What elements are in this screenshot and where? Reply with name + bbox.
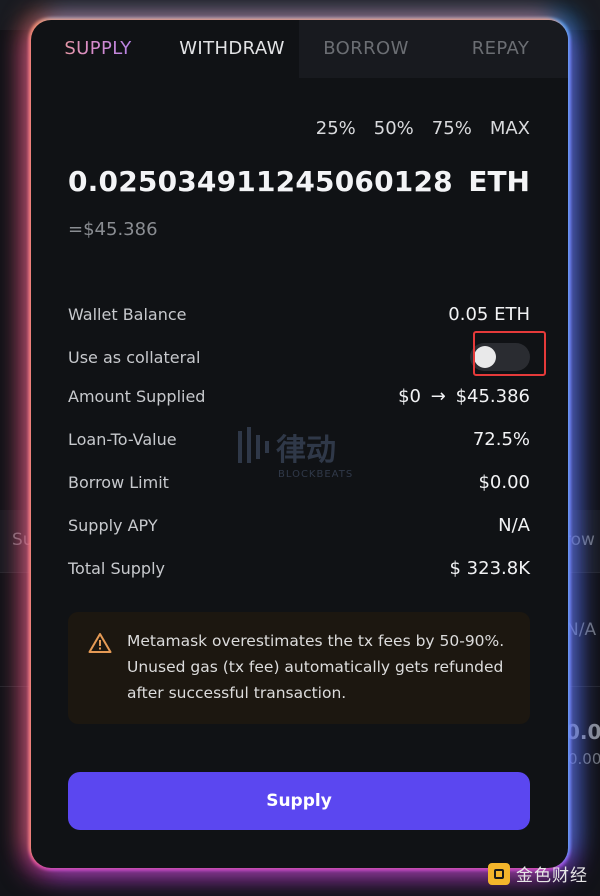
warning-triangle-icon [88,633,112,653]
tab-repay[interactable]: REPAY [433,20,568,78]
notice-text: Metamask overestimates the tx fees by 50… [127,632,505,702]
watermark-cn: 律动 [276,433,336,468]
percent-selector: 25% 50% 75% MAX [298,118,530,139]
ltv-label: Loan-To-Value [68,429,177,449]
percent-25-button[interactable]: 25% [316,118,356,139]
bg-fragment: N/A [566,620,597,640]
supply-button[interactable]: Supply [68,772,530,830]
percent-max-button[interactable]: MAX [490,118,530,139]
annotation-highlight-box [473,331,546,376]
collateral-label: Use as collateral [68,347,201,367]
amount-supplied-row: Amount Supplied $0 → $45.386 [68,383,530,409]
supply-apy-row: Supply APY N/A [68,512,530,538]
ltv-value: 72.5% [472,428,530,450]
wallet-balance-row: Wallet Balance 0.05 ETH [68,301,530,327]
usd-equivalent: =$45.386 [68,219,158,240]
arrow-right-icon: → [430,385,446,407]
blockbeats-logo-icon [238,427,269,463]
bg-fragment: 0.00 [566,720,600,744]
amount-supplied-value: $0 → $45.386 [398,386,530,407]
total-supply-row: Total Supply $ 323.8K [68,555,530,581]
bg-fragment: 0.00 [568,750,600,768]
wallet-balance-value: 0.05 ETH [448,303,530,325]
supply-apy-label: Supply APY [68,515,158,535]
amount-input[interactable]: 0.025034911245060128 [68,165,453,198]
tab-withdraw[interactable]: WITHDRAW [165,20,299,78]
borrow-limit-label: Borrow Limit [68,472,169,492]
jinse-watermark: 金色财经 [488,861,588,886]
amount-supplied-from: $0 [398,385,421,407]
jinse-name: 金色财经 [516,866,588,886]
bg-fragment: row [564,530,595,550]
blockbeats-watermark: 律动 BLOCKBEATS [238,425,353,480]
percent-75-button[interactable]: 75% [432,118,472,139]
amount-supplied-label: Amount Supplied [68,386,206,406]
percent-50-button[interactable]: 50% [374,118,414,139]
gas-fee-notice: Metamask overestimates the tx fees by 50… [68,612,530,724]
tab-bar: SUPPLY WITHDRAW BORROW REPAY [31,20,568,82]
tab-borrow[interactable]: BORROW [299,20,433,78]
token-symbol: ETH [468,165,530,198]
borrow-limit-value: $0.00 [478,471,530,493]
watermark-en: BLOCKBEATS [278,469,354,480]
supply-apy-value: N/A [498,514,530,536]
total-supply-label: Total Supply [68,558,165,578]
amount-supplied-to: $45.386 [455,385,530,407]
supply-modal: SUPPLY WITHDRAW BORROW REPAY 25% 50% 75%… [31,20,568,868]
wallet-balance-label: Wallet Balance [68,304,187,324]
jinse-logo-icon [488,862,510,885]
total-supply-value: $ 323.8K [449,557,530,579]
collateral-row: Use as collateral [68,344,200,370]
tab-supply[interactable]: SUPPLY [31,20,165,78]
